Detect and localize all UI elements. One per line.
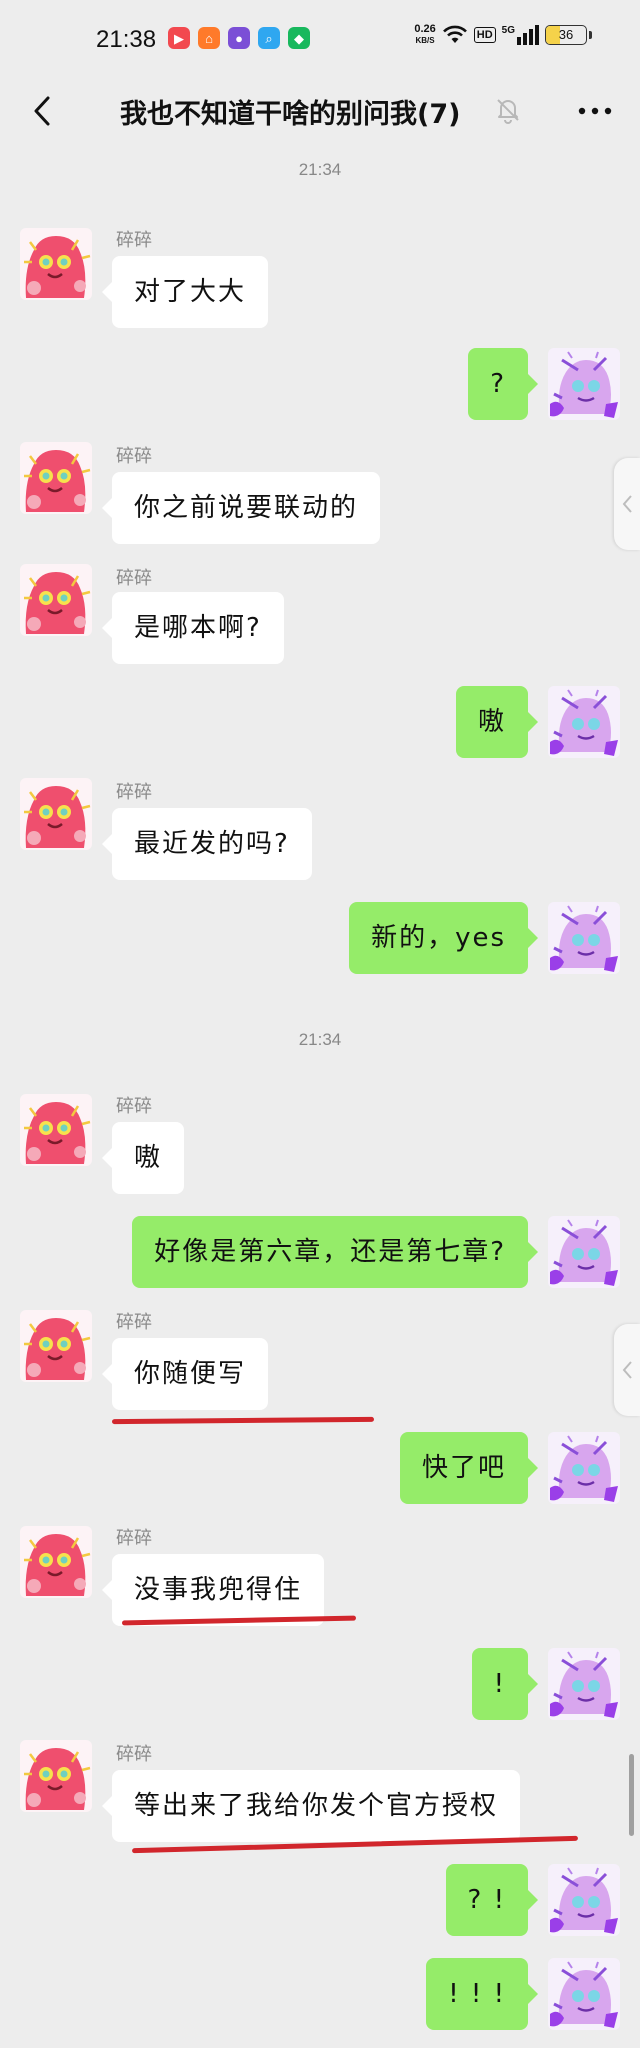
sender-name: 碎碎 bbox=[116, 1312, 152, 1333]
sender-name: 碎碎 bbox=[116, 1744, 152, 1765]
battery-indicator: 36 bbox=[545, 25, 587, 45]
sender-name: 碎碎 bbox=[116, 1528, 152, 1549]
shield-app-icon: ◆ bbox=[288, 27, 310, 49]
sender-avatar[interactable] bbox=[20, 1526, 92, 1598]
message-bubble[interactable]: ! bbox=[471, 1648, 539, 1720]
sender-name: 碎碎 bbox=[116, 568, 152, 589]
net-speed-unit: KB/S bbox=[415, 36, 435, 45]
status-app-icons: ▶ ⌂ ● ⌕ ◆ bbox=[168, 27, 310, 49]
self-avatar[interactable] bbox=[548, 1958, 620, 2030]
status-indicators: 0.26 KB/S HD 5G 36 bbox=[414, 24, 592, 46]
message-bubble[interactable]: ! ! ! bbox=[426, 1958, 538, 2030]
status-time: 21:38 bbox=[96, 26, 157, 53]
sender-name: 碎碎 bbox=[116, 446, 152, 467]
message-bubble[interactable]: 是哪本啊? bbox=[102, 592, 284, 664]
message-bubble[interactable]: 嗷 bbox=[455, 686, 539, 758]
sender-avatar[interactable] bbox=[20, 564, 92, 636]
sender-name: 碎碎 bbox=[116, 782, 152, 803]
sender-avatar[interactable] bbox=[20, 1740, 92, 1812]
sender-name: 碎碎 bbox=[116, 1096, 152, 1117]
scroll-indicator[interactable] bbox=[629, 1754, 634, 1836]
sender-avatar[interactable] bbox=[20, 778, 92, 850]
sender-avatar[interactable] bbox=[20, 1094, 92, 1166]
message-bubble[interactable]: 你随便写 bbox=[101, 1338, 269, 1410]
network-type: 5G bbox=[501, 25, 515, 36]
self-avatar[interactable] bbox=[548, 1648, 620, 1720]
signal-indicator: 5G bbox=[502, 25, 539, 45]
signal-icon bbox=[517, 25, 539, 45]
floating-side-tab[interactable] bbox=[614, 458, 640, 550]
sender-avatar[interactable] bbox=[20, 442, 92, 514]
more-options-icon[interactable] bbox=[574, 96, 616, 126]
net-speed-value: 0.26 bbox=[414, 23, 436, 35]
self-avatar[interactable] bbox=[548, 348, 620, 420]
wifi-icon bbox=[442, 25, 467, 43]
battery-level: 36 bbox=[558, 27, 574, 42]
self-avatar[interactable] bbox=[548, 686, 620, 758]
back-arrow-icon[interactable] bbox=[28, 94, 60, 128]
message-bubble[interactable]: 最近发的吗? bbox=[102, 808, 312, 880]
video-app-icon: ▶ bbox=[168, 27, 190, 49]
chat-header: 我也不知道干啥的别问我(7) bbox=[0, 80, 640, 142]
sender-name: 碎碎 bbox=[116, 230, 152, 251]
hd-badge: HD bbox=[473, 27, 496, 43]
sender-avatar[interactable] bbox=[20, 1310, 92, 1382]
mute-bell-icon bbox=[497, 99, 519, 124]
floating-side-tab[interactable] bbox=[614, 1324, 640, 1416]
message-bubble[interactable]: 你之前说要联动的 bbox=[101, 472, 381, 544]
red-underline-annotation bbox=[111, 1416, 375, 1425]
search-app-icon: ⌕ bbox=[258, 27, 280, 49]
self-avatar[interactable] bbox=[548, 1432, 620, 1504]
message-bubble[interactable]: 等出来了我给你发个官方授权 bbox=[101, 1770, 521, 1842]
self-avatar[interactable] bbox=[548, 1216, 620, 1288]
self-avatar[interactable] bbox=[548, 1864, 620, 1936]
message-bubble[interactable]: 对了大大 bbox=[101, 256, 269, 328]
chat-title: 我也不知道干啥的别问我(7) bbox=[120, 99, 461, 130]
message-bubble[interactable]: 没事我兜得住 bbox=[101, 1554, 325, 1626]
message-bubble[interactable]: 好像是第六章，还是第七章? bbox=[132, 1216, 538, 1288]
message-bubble[interactable]: ? ! bbox=[445, 1864, 538, 1936]
message-bubble[interactable]: ? bbox=[468, 348, 538, 420]
home-app-icon: ⌂ bbox=[198, 27, 220, 49]
sender-avatar[interactable] bbox=[20, 228, 92, 300]
message-timestamp: 21:34 bbox=[298, 1030, 342, 1049]
chat-app-icon: ● bbox=[228, 27, 250, 49]
message-bubble[interactable]: 快了吧 bbox=[399, 1432, 539, 1504]
message-bubble[interactable]: 嗷 bbox=[101, 1122, 185, 1194]
message-timestamp: 21:34 bbox=[298, 160, 342, 179]
battery-tip bbox=[589, 31, 592, 39]
net-speed: 0.26 KB/S bbox=[414, 24, 435, 46]
message-bubble[interactable]: 新的，yes bbox=[349, 902, 538, 974]
status-bar: 21:38 ▶ ⌂ ● ⌕ ◆ 0.26 KB/S HD 5G 36 bbox=[0, 0, 640, 80]
self-avatar[interactable] bbox=[548, 902, 620, 974]
